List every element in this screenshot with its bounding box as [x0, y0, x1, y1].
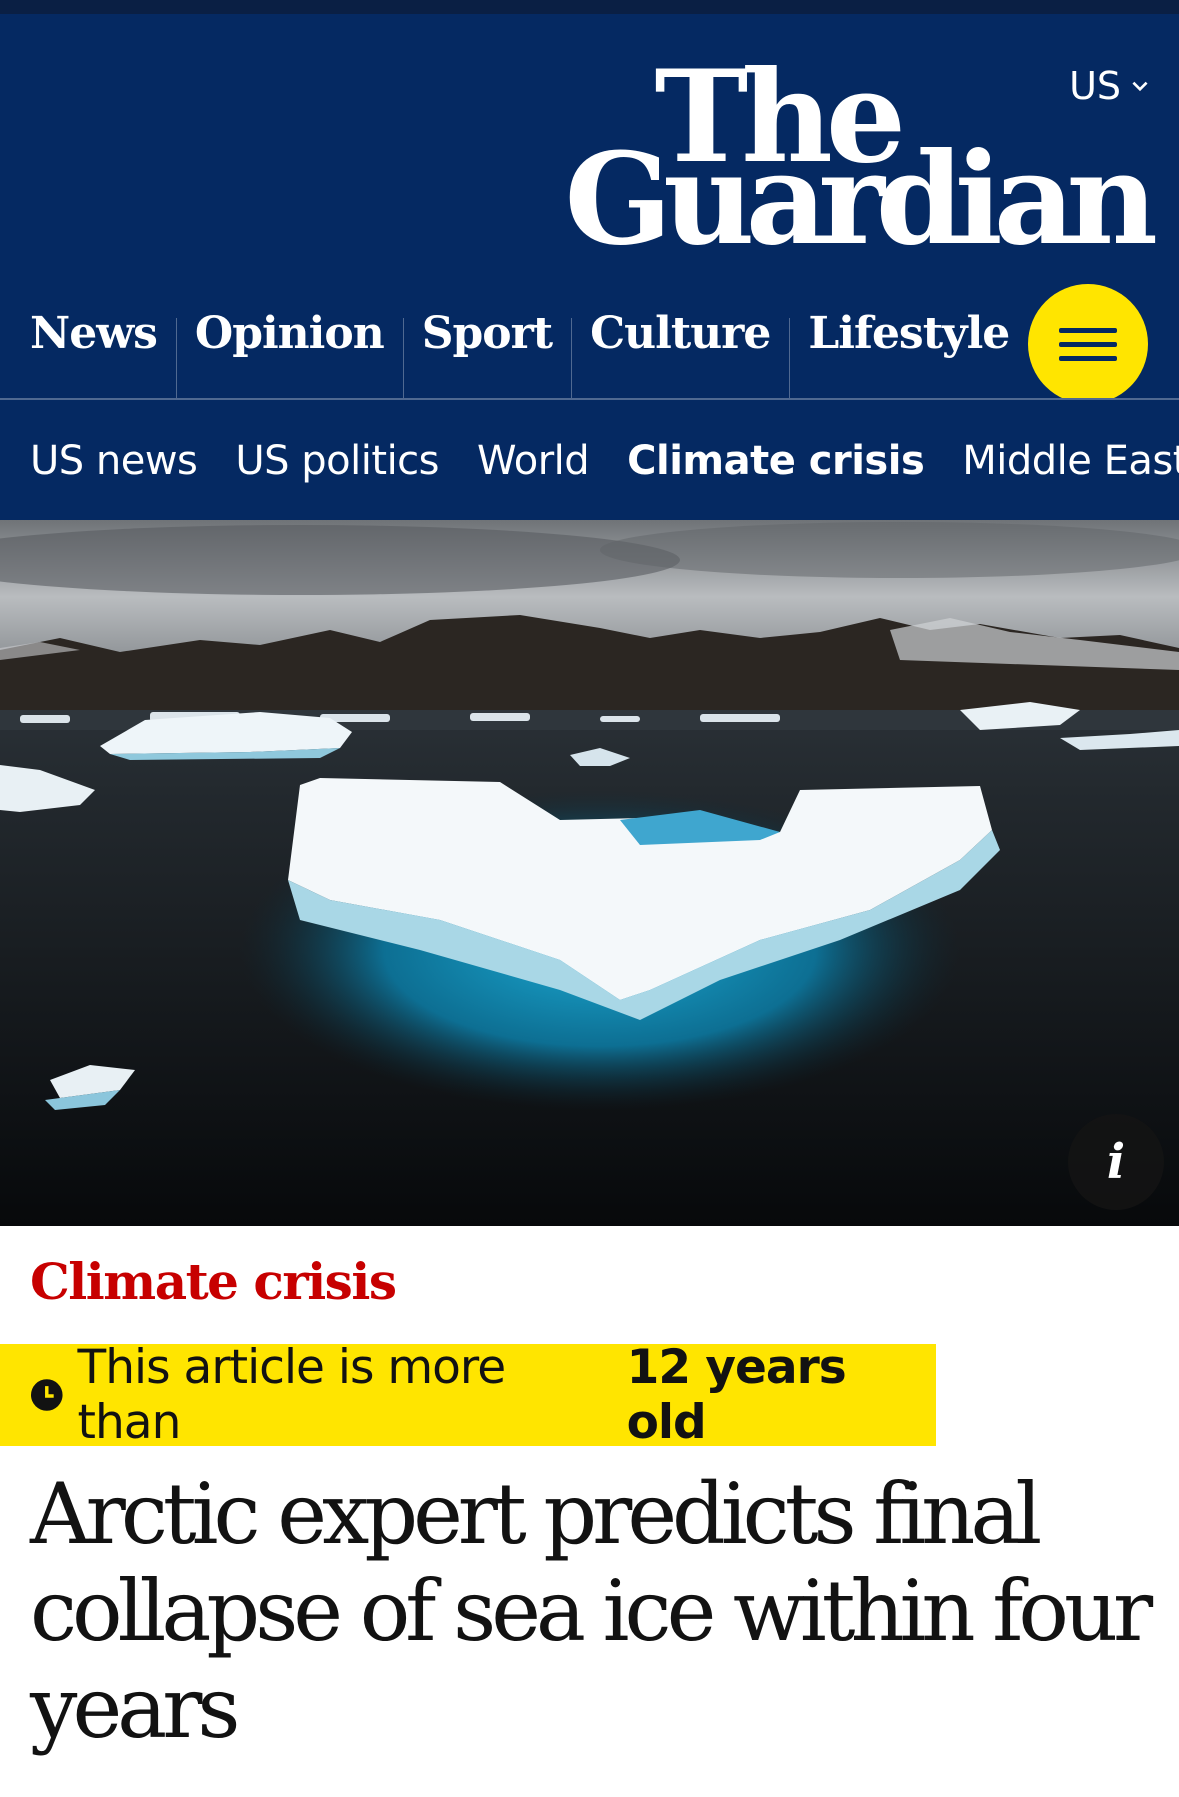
- pillar-label: News: [30, 308, 158, 359]
- masthead: US The Guardian News Opinion Sport Cultu…: [0, 14, 1179, 414]
- subnav-item-us-news[interactable]: US news: [30, 400, 198, 520]
- subnav-item-middle-east[interactable]: Middle East: [962, 400, 1179, 520]
- image-info-button[interactable]: i: [1068, 1114, 1164, 1210]
- pillar-nav: News Opinion Sport Culture Lifestyle: [0, 284, 1010, 414]
- pillar-label: Lifestyle: [808, 308, 1010, 359]
- article-age-warning: This article is more than 12 years old: [0, 1340, 936, 1450]
- menu-button[interactable]: [1028, 284, 1148, 404]
- hamburger-icon-bar: [1059, 341, 1117, 347]
- pillar-label: Culture: [590, 308, 771, 359]
- status-strip: [0, 0, 1179, 14]
- hamburger-icon-bar: [1059, 327, 1117, 333]
- pillar-sport[interactable]: Sport: [404, 284, 573, 414]
- iceberg-photo: [0, 520, 1179, 1226]
- article-headline: Arctic expert predicts final collapse of…: [30, 1465, 1153, 1757]
- section-tag[interactable]: Climate crisis: [30, 1252, 397, 1311]
- pillar-opinion[interactable]: Opinion: [177, 284, 404, 414]
- pillar-label: Opinion: [194, 308, 385, 359]
- age-warning-duration: 12 years old: [626, 1340, 847, 1450]
- clock-icon: [30, 1379, 63, 1411]
- subnav-item-climate-crisis[interactable]: Climate crisis: [627, 400, 925, 520]
- hamburger-icon-bar: [1059, 355, 1117, 361]
- sub-nav: US news US politics World Climate crisis…: [0, 400, 1179, 520]
- pillar-news[interactable]: News: [0, 284, 177, 414]
- pillar-culture[interactable]: Culture: [572, 284, 791, 414]
- guardian-logo[interactable]: The Guardian: [529, 46, 1158, 276]
- pillar-label: Sport: [421, 308, 553, 359]
- hero-image: [0, 520, 1179, 1226]
- pillar-lifestyle[interactable]: Lifestyle: [790, 284, 1029, 414]
- age-warning-prefix: This article is more than: [77, 1340, 507, 1450]
- logo-line-2: Guardian: [564, 125, 1158, 273]
- subnav-item-world[interactable]: World: [477, 400, 590, 520]
- subnav-item-us-politics[interactable]: US politics: [235, 400, 439, 520]
